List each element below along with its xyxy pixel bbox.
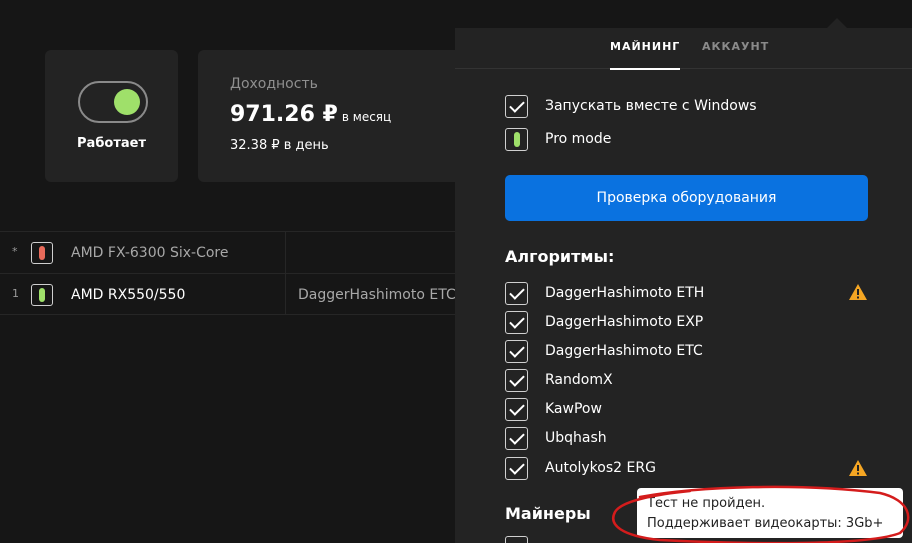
pro-mode-label: Pro mode [545,131,612,147]
toggle-knob [114,89,140,115]
settings-panel: МАЙНИНГ АККАУНТ Запускать вместе с Windo… [455,28,912,543]
algorithm-checkbox[interactable] [505,339,528,363]
income-monthly-value: 971.26 ₽ [230,102,338,127]
algorithm-checkbox[interactable] [505,456,528,480]
income-daily: 32.38 ₽ в день [230,138,329,153]
algorithm-label: Ubqhash [545,430,607,446]
algorithm-checkbox[interactable] [505,397,528,421]
start-with-windows-option[interactable]: Запускать вместе с Windows [505,94,757,118]
algorithm-item[interactable]: DaggerHashimoto ETC [505,339,703,363]
column-divider [285,232,286,273]
miners-title: Майнеры [505,504,591,523]
table-row[interactable]: 1 AMD RX550/550 DaggerHashimoto ETC [0,273,460,315]
algorithm-item[interactable]: DaggerHashimoto ETH [505,281,704,305]
algorithm-checkbox[interactable] [505,310,528,334]
income-monthly-unit: в месяц [341,110,392,124]
status-label: Работает [77,136,146,151]
algorithm-label: DaggerHashimoto ETC [545,343,703,359]
income-monthly: 971.26 ₽ в месяц [230,102,391,127]
settings-tabs: МАЙНИНГ АККАУНТ [455,28,912,70]
status-pill-icon [39,246,45,260]
panel-arrow [827,18,847,28]
device-status-checkbox[interactable] [31,242,53,264]
algorithm-label: DaggerHashimoto EXP [545,314,704,330]
tooltip-line-requirement: Поддерживает видеокарты: 3Gb+ [647,516,884,531]
pro-mode-pill-icon [514,131,520,147]
device-index: 1 [12,287,19,300]
algorithm-checkbox[interactable] [505,426,528,450]
income-card: Доходность 971.26 ₽ в месяц 32.38 ₽ в ден… [198,50,468,182]
status-pill-icon [39,288,45,302]
pro-mode-toggle[interactable] [505,127,528,151]
algorithm-label: RandomX [545,372,613,388]
algorithm-label: Autolykos2 ERG [545,460,656,476]
device-name: AMD RX550/550 [71,287,186,303]
algorithm-label: DaggerHashimoto ETH [545,285,705,301]
start-with-windows-label: Запускать вместе с Windows [545,98,757,114]
table-row[interactable]: * AMD FX-6300 Six-Core [0,231,460,273]
hardware-check-button[interactable]: Проверка оборудования [505,175,868,221]
tooltip-line-status: Тест не пройден. [647,496,766,511]
tab-account[interactable]: АККАУНТ [702,40,769,53]
device-status-checkbox[interactable] [31,284,53,306]
algorithm-item[interactable]: DaggerHashimoto EXP [505,310,703,334]
device-algorithm: DaggerHashimoto ETC [298,287,456,303]
column-divider [285,274,286,314]
mining-status-card: Работает [45,50,178,182]
start-with-windows-checkbox[interactable] [505,94,528,118]
warning-icon[interactable] [848,283,868,301]
algorithm-item[interactable]: Autolykos2 ERG [505,456,656,480]
pro-mode-option[interactable]: Pro mode [505,127,611,151]
miner-checkbox[interactable] [505,536,528,543]
mining-toggle[interactable] [78,81,148,123]
warning-icon[interactable] [848,459,868,477]
tab-mining[interactable]: МАЙНИНГ [610,40,681,70]
warning-tooltip: Тест не пройден. Поддерживает видеокарты… [637,488,903,538]
algorithm-checkbox[interactable] [505,368,528,392]
algorithm-item[interactable]: Ubqhash [505,426,607,450]
income-title: Доходность [230,76,318,92]
algorithms-title: Алгоритмы: [505,247,615,266]
algorithm-item[interactable]: KawPow [505,397,602,421]
device-index: * [12,245,18,258]
algorithm-checkbox[interactable] [505,281,528,305]
algorithm-label: KawPow [545,401,602,417]
algorithm-item[interactable]: RandomX [505,368,613,392]
device-table: * AMD FX-6300 Six-Core 1 AMD RX550/550 D… [0,231,460,315]
device-name: AMD FX-6300 Six-Core [71,245,229,261]
